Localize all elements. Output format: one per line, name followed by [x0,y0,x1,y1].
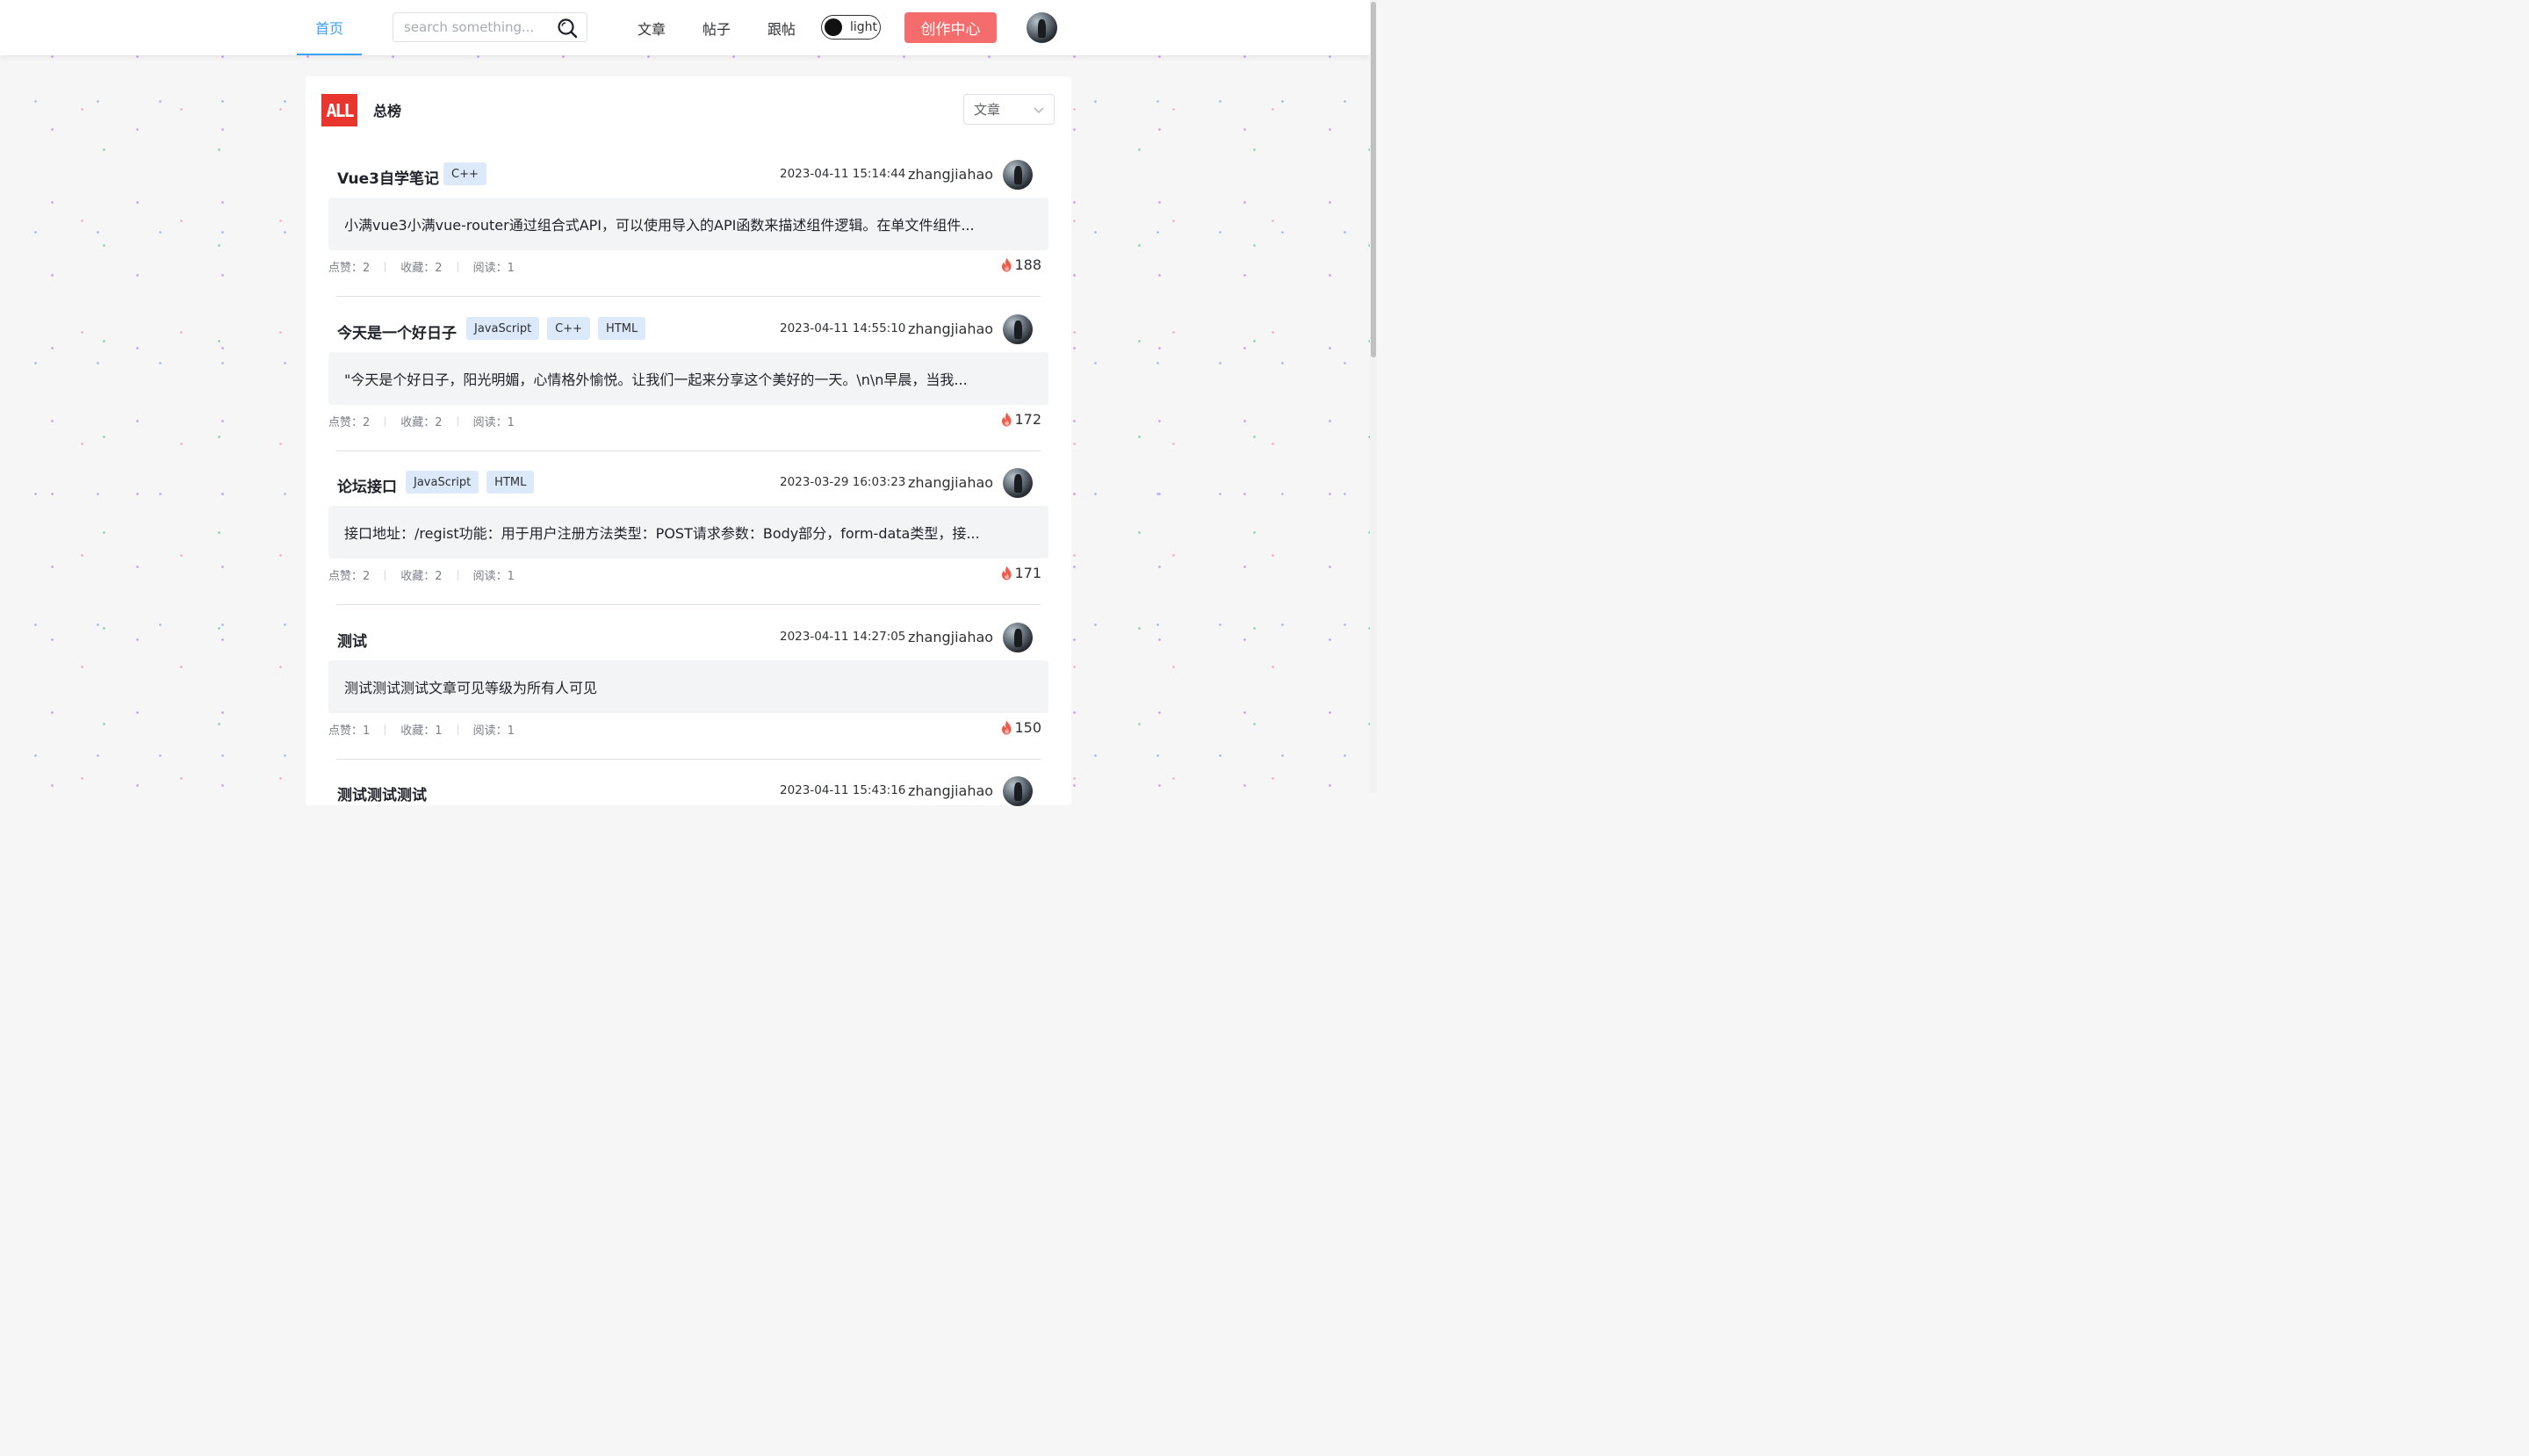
article-date: 2023-04-11 15:14:44 [780,167,906,181]
article-title[interactable]: 今天是一个好日子 [337,321,457,342]
article-tag[interactable]: C++ [443,162,486,185]
article-item[interactable]: 论坛接口 JavaScript HTML 2023-03-29 16:03:23… [328,461,1048,615]
search-box[interactable] [393,12,587,42]
likes-count: 点赞：1 [328,724,371,738]
hot-value: 171 [1014,565,1041,581]
creator-center-button[interactable]: 创作中心 [904,12,997,43]
article-tag[interactable]: JavaScript [466,317,540,340]
ranking-card: ALL 总榜 文章 Vue3自学笔记 C++ 2023-04-11 15:14:… [306,76,1071,806]
scrollbar-thumb[interactable] [1371,2,1376,357]
article-tags: JavaScript HTML [406,471,535,494]
search-icon[interactable] [557,18,578,39]
article-tag[interactable]: JavaScript [406,471,479,494]
article-author[interactable]: zhangjiahao [908,321,993,337]
hot-score: 188 [1000,256,1041,273]
fire-icon [1002,566,1012,580]
author-avatar[interactable] [1003,160,1033,190]
favorites-count: 收藏：2 [400,570,443,583]
hot-score: 150 [1000,719,1041,736]
article-summary[interactable]: 接口地址：/regist功能：用于用户注册方法类型：POST请求参数：Body部… [328,506,1048,559]
article-title[interactable]: 测试 [337,629,367,651]
nav-replies[interactable]: 跟帖 [767,0,796,55]
search-input[interactable] [402,18,560,36]
article-tags: JavaScript C++ HTML [466,317,646,340]
fire-icon [1002,257,1012,272]
article-item[interactable]: 测试 2023-04-11 14:27:05 zhangjiahao 测试测试测… [328,616,1048,769]
article-divider [336,759,1041,760]
nav-posts[interactable]: 帖子 [702,0,731,55]
ranking-type-select[interactable]: 文章 [963,94,1055,125]
article-title[interactable]: 论坛接口 [337,474,397,496]
favorites-count: 收藏：1 [400,724,443,738]
toggle-knob [825,18,842,36]
article-author[interactable]: zhangjiahao [908,782,993,799]
fire-icon [1002,720,1012,735]
article-tag[interactable]: HTML [598,317,646,340]
article-divider [336,296,1041,297]
chevron-down-icon [1034,107,1044,113]
likes-count: 点赞：2 [328,262,371,275]
author-avatar[interactable] [1003,468,1033,498]
article-date: 2023-03-29 16:03:23 [780,475,906,489]
hot-score: 172 [1000,411,1041,428]
article-stats: 点赞：2 收藏：2 阅读：1 [328,413,515,429]
hot-value: 150 [1014,719,1041,736]
top-navbar: 首页 文章 帖子 跟帖 light 创作中心 [0,0,1370,55]
reads-count: 阅读：1 [472,570,515,583]
nav-articles[interactable]: 文章 [638,0,666,55]
article-title[interactable]: 测试测试测试 [337,782,427,804]
article-item[interactable]: Vue3自学笔记 C++ 2023-04-11 15:14:44 zhangji… [328,153,1048,306]
reads-count: 阅读：1 [472,262,515,275]
article-date: 2023-04-11 14:55:10 [780,321,906,335]
author-avatar[interactable] [1003,314,1033,344]
favorites-count: 收藏：2 [400,262,443,275]
likes-count: 点赞：2 [328,416,371,429]
hot-value: 172 [1014,411,1041,428]
article-item[interactable]: 今天是一个好日子 JavaScript C++ HTML 2023-04-11 … [328,307,1048,461]
theme-toggle[interactable]: light [821,15,881,40]
theme-toggle-label: light [850,20,878,34]
all-ranking-logo: ALL [321,94,357,126]
author-avatar[interactable] [1003,623,1033,652]
page-scrollbar[interactable] [1370,0,1377,793]
article-date: 2023-04-11 14:27:05 [780,630,906,644]
article-tags: C++ [443,162,486,185]
article-title[interactable]: Vue3自学笔记 [337,166,439,188]
article-divider [336,450,1041,451]
author-avatar[interactable] [1003,776,1033,806]
ranking-title: 总榜 [373,103,402,119]
article-date: 2023-04-11 15:43:16 [780,783,906,797]
hot-score: 171 [1000,565,1041,581]
nav-home-tab[interactable]: 首页 [297,0,362,55]
article-stats: 点赞：2 收藏：2 阅读：1 [328,258,515,275]
article-author[interactable]: zhangjiahao [908,474,993,491]
select-value: 文章 [974,102,1001,118]
article-author[interactable]: zhangjiahao [908,166,993,183]
article-author[interactable]: zhangjiahao [908,629,993,645]
article-summary[interactable]: "今天是个好日子，阳光明媚，心情格外愉悦。让我们一起来分享这个美好的一天。\n\… [328,352,1048,405]
article-item[interactable]: 测试测试测试 2023-04-11 15:43:16 zhangjiahao [328,769,1048,923]
article-tag[interactable]: HTML [486,471,535,494]
article-stats: 点赞：2 收藏：2 阅读：1 [328,566,515,583]
hot-value: 188 [1014,256,1041,273]
fire-icon [1002,412,1012,427]
article-divider [336,604,1041,605]
reads-count: 阅读：1 [472,416,515,429]
reads-count: 阅读：1 [472,724,515,738]
article-tag[interactable]: C++ [547,317,591,340]
article-stats: 点赞：1 收藏：1 阅读：1 [328,721,515,738]
article-summary[interactable]: 测试测试测试文章可见等级为所有人可见 [328,660,1048,713]
user-avatar[interactable] [1027,12,1057,43]
likes-count: 点赞：2 [328,570,371,583]
article-summary[interactable]: 小满vue3小满vue-router通过组合式API，可以使用导入的API函数来… [328,198,1048,250]
favorites-count: 收藏：2 [400,416,443,429]
